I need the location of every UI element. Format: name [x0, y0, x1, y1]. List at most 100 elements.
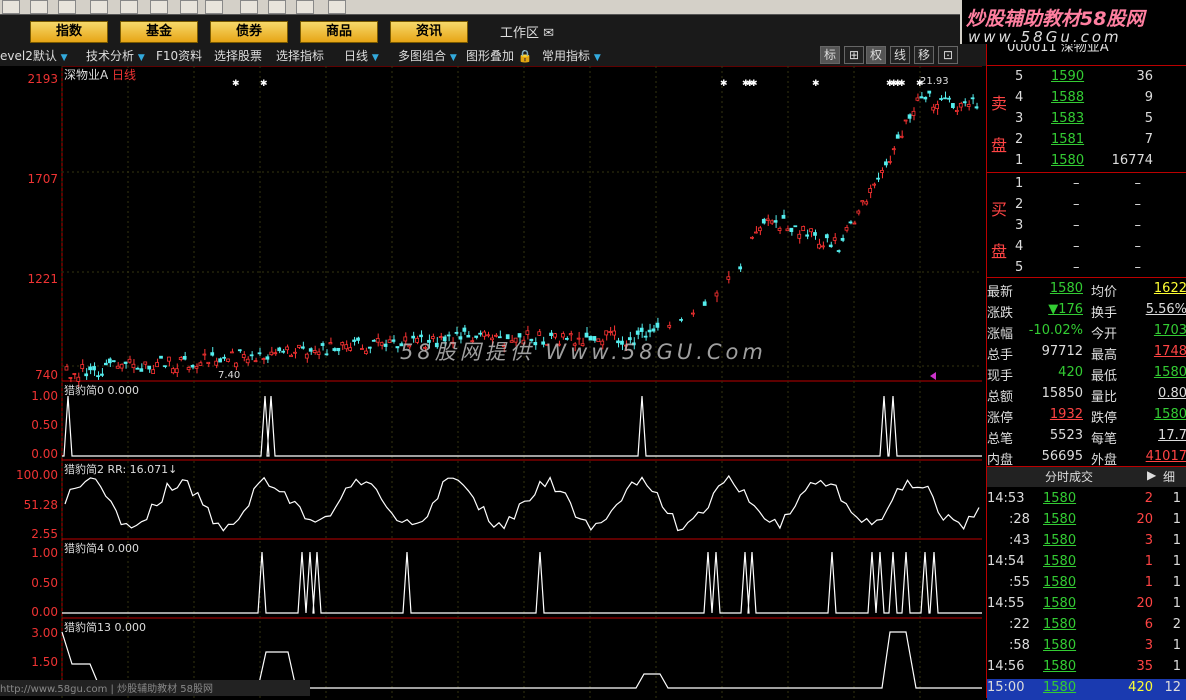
toolbar-icon[interactable] [58, 0, 76, 14]
candle [297, 344, 301, 348]
toolbar-period-label: 日线 [344, 49, 369, 63]
stat-value: 41017 [1145, 449, 1186, 464]
toolbar-icon[interactable] [268, 0, 286, 14]
menu-bond-button[interactable]: 债券 [210, 21, 288, 43]
candle [844, 227, 849, 231]
level-num: 5 [1015, 69, 1024, 84]
pane1-axis-label: 0.00 [31, 447, 58, 461]
candle [899, 135, 904, 138]
buy-volume: – [1134, 197, 1142, 212]
toolbar-multi-chart[interactable]: 多图组合 ▼ [398, 47, 457, 64]
toolbar-overlay[interactable]: 图形叠加 🔒 [466, 47, 533, 64]
stat-row: 涨跌 ▼176 换手 5.56% [987, 301, 1186, 322]
toolbar-btn-move[interactable]: 移 [914, 46, 934, 64]
dropdown-icon: ▼ [60, 53, 68, 63]
toolbar-level2[interactable]: evel2默认 ▼ [0, 47, 68, 64]
menu-fund-button[interactable]: 基金 [120, 21, 198, 43]
toolbar-tech-analysis[interactable]: 技术分析 ▼ [86, 47, 145, 64]
candle [88, 366, 92, 371]
candle [974, 106, 979, 109]
stat-value: 56695 [1041, 449, 1083, 464]
toolbar-btn-rights[interactable]: 权 [866, 46, 886, 64]
candle [234, 362, 238, 368]
star-marker: ✱ [720, 79, 728, 89]
toolbar-icon[interactable] [205, 0, 223, 14]
sell-price: 1588 [1051, 90, 1085, 105]
toolbar-icon[interactable] [120, 0, 138, 14]
toolbar-btn-window[interactable]: ⊡ [938, 46, 958, 64]
toolbar-f10[interactable]: F10资料 [156, 47, 202, 64]
mail-icon: ✉ [543, 26, 555, 41]
candle [525, 330, 530, 335]
chart-canvas[interactable]: ✱ ✱ ✱ ✱✱✱ ✱ ✱✱✱✱ ✱ [0, 66, 986, 698]
candle [612, 330, 616, 336]
tick-volume: 1 [1144, 554, 1153, 569]
candle [139, 368, 144, 372]
toolbar-icon[interactable] [2, 0, 20, 14]
sell-row: 5 1590 36 [987, 68, 1186, 89]
stat-label: 最高 [1091, 348, 1118, 363]
candle [966, 103, 971, 107]
pane2-axis-label: 2.55 [31, 527, 58, 541]
star-marker: ✱ [232, 79, 240, 89]
tick-price: 1580 [1043, 491, 1077, 506]
toolbar-common-indicators[interactable]: 常用指标 ▼ [542, 47, 601, 64]
tick-volume: 6 [1144, 617, 1153, 632]
pane3-axis-label: 1.00 [31, 546, 58, 560]
toolbar-icon[interactable] [30, 0, 48, 14]
candle [821, 245, 825, 248]
toolbar-period[interactable]: 日线 ▼ [344, 47, 379, 64]
stat-value: 1580 [1153, 407, 1186, 422]
candle [454, 331, 459, 334]
level-num: 3 [1015, 218, 1024, 233]
dropdown-icon: ▼ [371, 53, 379, 63]
menu-index-button[interactable]: 指数 [30, 21, 108, 43]
candle [147, 365, 152, 370]
toolbar-icon[interactable] [296, 0, 314, 14]
candle [249, 354, 254, 357]
stat-label: 今开 [1091, 327, 1118, 342]
toolbar-icon[interactable] [240, 0, 258, 14]
candle [186, 367, 191, 371]
candle [635, 330, 640, 335]
quote-panel: 000011 深物业A 卖 盘 买 盘 分时成交 ▶ 细 5 1590 36 4 158… [986, 44, 1186, 700]
tick-volume: 35 [1136, 659, 1153, 674]
toolbar-icon[interactable] [90, 0, 108, 14]
ticks-detail-button[interactable]: 细 [1163, 468, 1175, 485]
candle [852, 222, 857, 225]
candle [781, 214, 786, 219]
menu-news-button[interactable]: 资讯 [390, 21, 468, 43]
chart-area[interactable]: ✱ ✱ ✱ ✱ ✱ ✱ ✱ ✱ ✱ ✱ ✱ ✱ [0, 66, 986, 698]
tick-time: :58 [1009, 638, 1030, 653]
tick-price: 1580 [1043, 596, 1077, 611]
candle [115, 365, 120, 369]
candle [391, 339, 396, 342]
toolbar-icon[interactable] [180, 0, 198, 14]
expand-icon[interactable]: ▶ [1147, 468, 1156, 482]
candle [375, 338, 380, 343]
candle [253, 360, 258, 363]
tick-time: 14:53 [987, 491, 1025, 506]
tick-price: 1580 [1043, 554, 1077, 569]
toolbar-select-indicator[interactable]: 选择指标 [276, 47, 324, 64]
buy-volume: – [1134, 260, 1142, 275]
candle [281, 350, 286, 353]
toolbar-icon[interactable] [328, 0, 346, 14]
menu-commodity-button[interactable]: 商品 [300, 21, 378, 43]
toolbar-select-stock[interactable]: 选择股票 [214, 47, 262, 64]
candle [769, 220, 774, 224]
toolbar-icon[interactable] [150, 0, 168, 14]
candle [127, 358, 132, 363]
stat-label: 每笔 [1091, 432, 1118, 447]
candle [155, 362, 159, 368]
toolbar-tech-analysis-label: 技术分析 [86, 49, 135, 63]
toolbar-btn-line[interactable]: 线 [890, 46, 910, 64]
workzone-label: 工作区 [500, 26, 540, 41]
candle [84, 373, 89, 377]
tick-time: 14:54 [987, 554, 1025, 569]
workzone-menu[interactable]: 工作区 ✉ [500, 22, 554, 41]
dropdown-icon: ▼ [137, 53, 145, 63]
toolbar-btn-mark[interactable]: 标 [820, 46, 840, 64]
level-num: 2 [1015, 197, 1024, 212]
toolbar-btn-grid[interactable]: ⊞ [844, 46, 864, 64]
